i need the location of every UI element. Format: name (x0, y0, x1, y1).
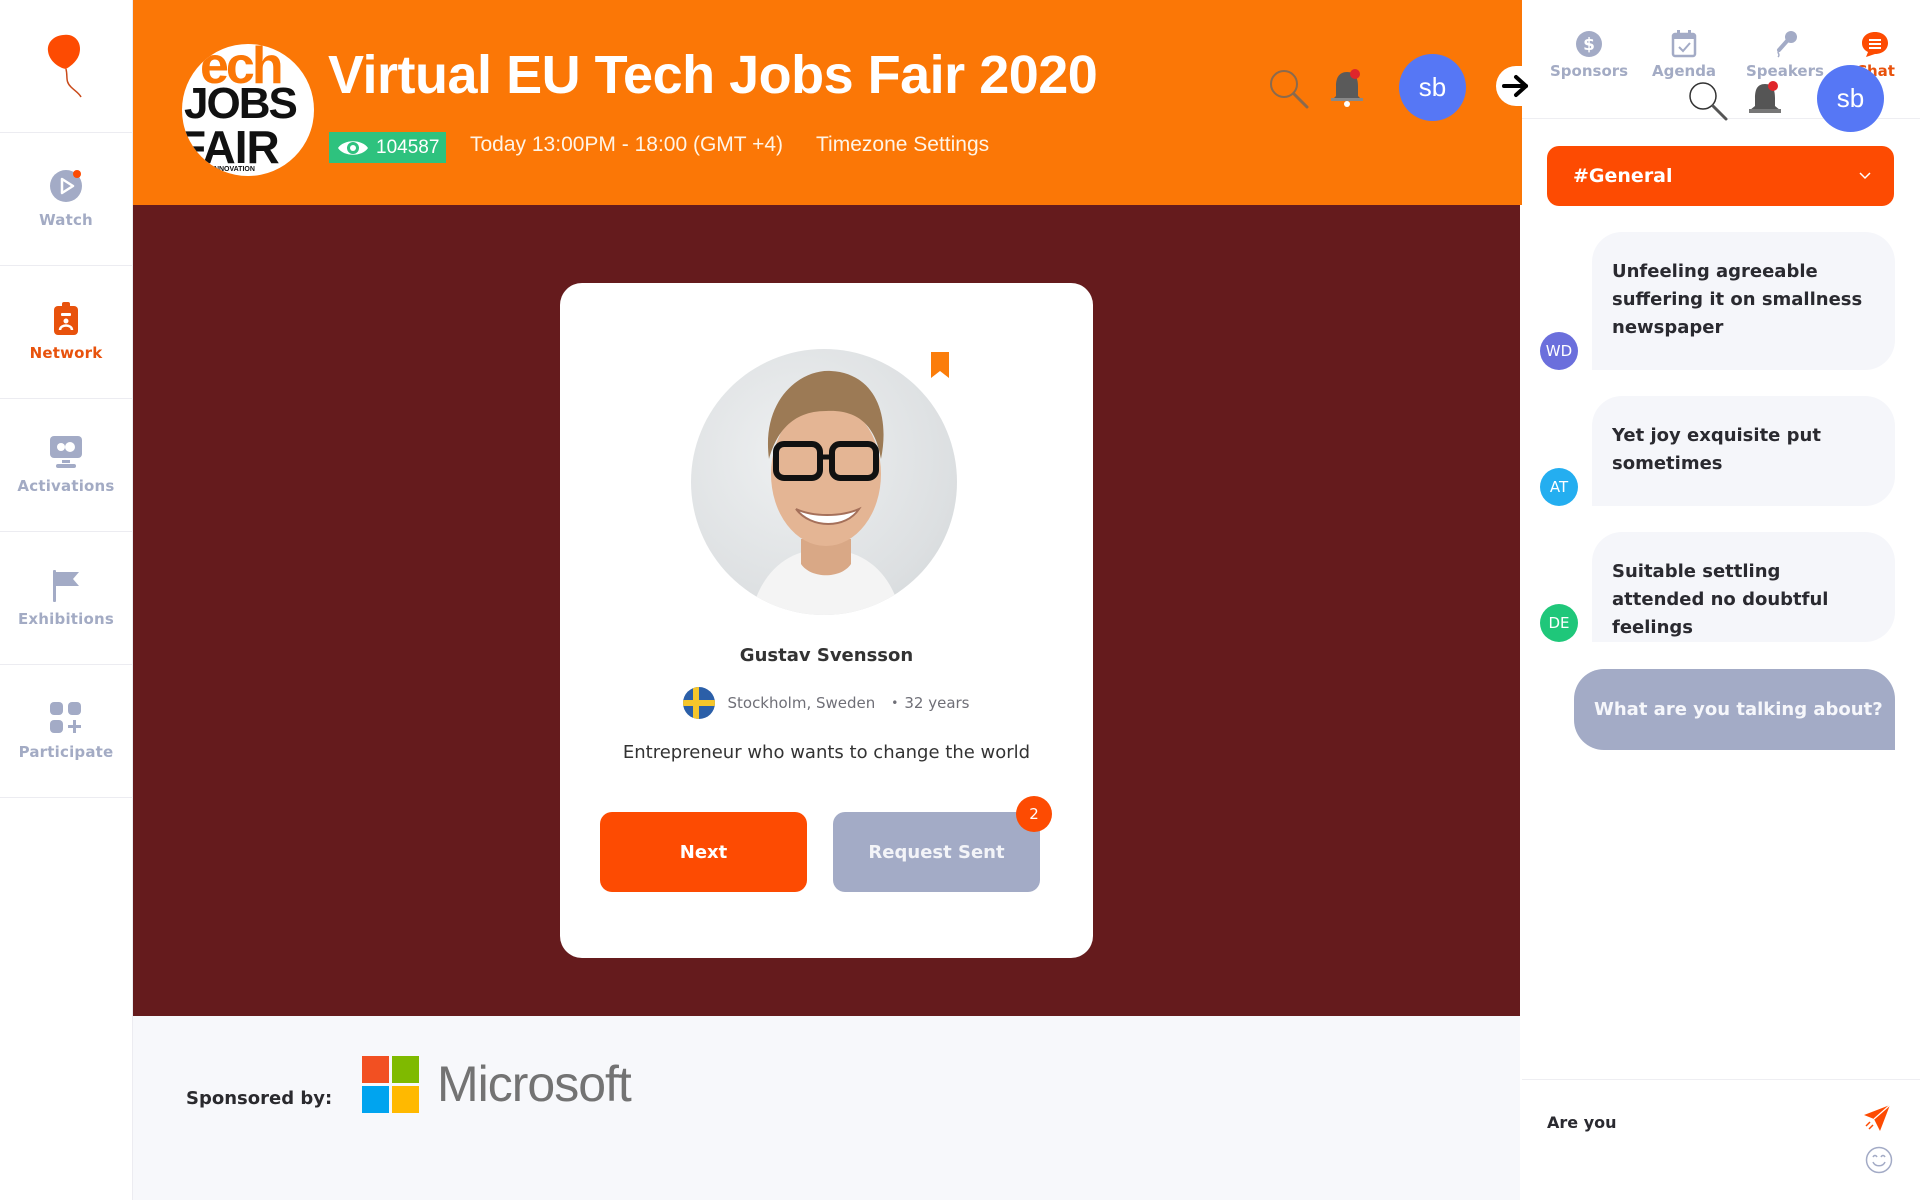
sweden-flag-icon (683, 687, 716, 719)
logo-text-bottom: FAIR (182, 121, 280, 173)
profile-name: Gustav Svensson (739, 645, 914, 666)
profile-bio: Entrepreneur who wants to change the wor… (622, 742, 1031, 763)
tab-label: Agenda (1652, 62, 1717, 80)
microsoft-logo-icon (362, 1055, 419, 1113)
id-badge-icon (49, 302, 83, 336)
grid-plus-icon (49, 701, 83, 735)
sidebar-item-label: Participate (18, 743, 114, 761)
next-button[interactable]: Next (600, 812, 807, 892)
logo-text-middle: JOBS (184, 79, 298, 128)
network-main-area: Gustav Svensson Stockholm, Sweden • 32 y… (133, 205, 1520, 1016)
event-header: ech JOBS FAIR INNOVATION Virtual EU Tech… (133, 0, 1522, 205)
sidebar-item-label: Activations (17, 477, 115, 495)
app-root: Watch Network Activations Exhibitions Pa… (0, 0, 1920, 1200)
user-avatar[interactable]: sb (1817, 65, 1884, 132)
left-sidebar: Watch Network Activations Exhibitions Pa… (0, 0, 133, 1200)
own-message-bubble: What are you talking about? (1574, 669, 1895, 750)
send-icon[interactable] (1862, 1104, 1892, 1136)
separator-dot: • (891, 696, 899, 710)
request-count-badge: 2 (1016, 796, 1052, 832)
channel-name: #General (1573, 165, 1673, 187)
right-panel-tabs: $ Sponsors Agenda Speakers Chat sb (1522, 0, 1920, 132)
views-badge: 104587 (329, 132, 447, 163)
tab-sponsors[interactable]: $ Sponsors (1550, 30, 1628, 80)
tab-agenda[interactable]: Agenda (1652, 30, 1716, 80)
collapse-panel-button[interactable] (1496, 66, 1536, 106)
notification-bell-icon[interactable] (1329, 68, 1365, 112)
sidebar-item-activations[interactable]: Activations (0, 399, 132, 532)
message-avatar: WD (1540, 332, 1578, 370)
logo-tagline: INNOVATION (212, 166, 255, 173)
search-icon[interactable] (1687, 80, 1729, 126)
tab-label: Sponsors (1550, 62, 1629, 80)
dollar-icon: $ (1576, 31, 1603, 57)
message-bubble: Yet joy exquisite put sometimes (1592, 396, 1895, 506)
message-bubble: Unfeeling agreeable suffering it on smal… (1592, 232, 1895, 370)
right-panel: $ Sponsors Agenda Speakers Chat sb #Gene… (1522, 0, 1920, 1200)
tab-label: Speakers (1746, 62, 1824, 80)
svg-text:$: $ (1583, 35, 1595, 55)
sidebar-item-label: Exhibitions (17, 610, 115, 628)
tab-speakers[interactable]: Speakers (1746, 30, 1824, 80)
chat-message-input[interactable] (1547, 1102, 1847, 1142)
sidebar-item-exhibitions[interactable]: Exhibitions (0, 532, 132, 665)
sidebar-item-label: Network (29, 344, 103, 362)
sponsor-name: Microsoft (437, 1056, 632, 1112)
search-icon[interactable] (1268, 68, 1310, 114)
event-title: Virtual EU Tech Jobs Fair 2020 (328, 45, 1098, 105)
calendar-icon (1671, 30, 1697, 58)
profile-photo (691, 349, 957, 615)
message-avatar: DE (1540, 604, 1578, 642)
sidebar-item-network[interactable]: Network (0, 266, 132, 399)
sponsor-label: Sponsored by: (186, 1088, 333, 1109)
notification-bell-icon[interactable] (1747, 80, 1783, 120)
microphone-icon (1776, 31, 1797, 58)
timezone-settings-link[interactable]: Timezone Settings (816, 133, 989, 157)
profile-card: Gustav Svensson Stockholm, Sweden • 32 y… (560, 283, 1093, 958)
user-avatar[interactable]: sb (1399, 54, 1466, 121)
balloon-logo[interactable] (0, 0, 132, 133)
sidebar-item-participate[interactable]: Participate (0, 665, 132, 798)
bookmark-icon[interactable] (930, 351, 950, 383)
channel-select[interactable]: #General (1547, 146, 1894, 206)
event-logo: ech JOBS FAIR INNOVATION (182, 44, 314, 176)
eye-icon (338, 140, 368, 155)
emoji-icon[interactable] (1865, 1146, 1893, 1178)
sponsor-logo[interactable]: Microsoft (362, 1055, 632, 1113)
views-count: 104587 (376, 136, 440, 158)
chat-icon (1862, 32, 1889, 57)
flag-icon (49, 568, 83, 602)
message-bubble: Suitable settling attended no doubtful f… (1592, 532, 1895, 642)
profile-age: 32 years (904, 694, 970, 712)
arrow-right-icon (1502, 75, 1528, 97)
event-schedule: Today 13:00PM - 18:00 (GMT +4) (470, 133, 784, 156)
balloon-icon (47, 34, 82, 98)
message-avatar: AT (1540, 468, 1578, 506)
profile-meta: Stockholm, Sweden • 32 years (560, 687, 1093, 719)
sidebar-item-watch[interactable]: Watch (0, 133, 132, 266)
monitor-icon (49, 435, 83, 469)
sponsor-bar: Sponsored by: Microsoft (133, 1016, 1520, 1200)
sidebar-item-label: Watch (39, 211, 93, 229)
profile-location: Stockholm, Sweden (727, 694, 876, 712)
chat-composer (1522, 1079, 1920, 1200)
chevron-down-icon (1859, 172, 1871, 180)
play-icon (49, 169, 83, 203)
request-sent-button[interactable]: Request Sent (833, 812, 1040, 892)
